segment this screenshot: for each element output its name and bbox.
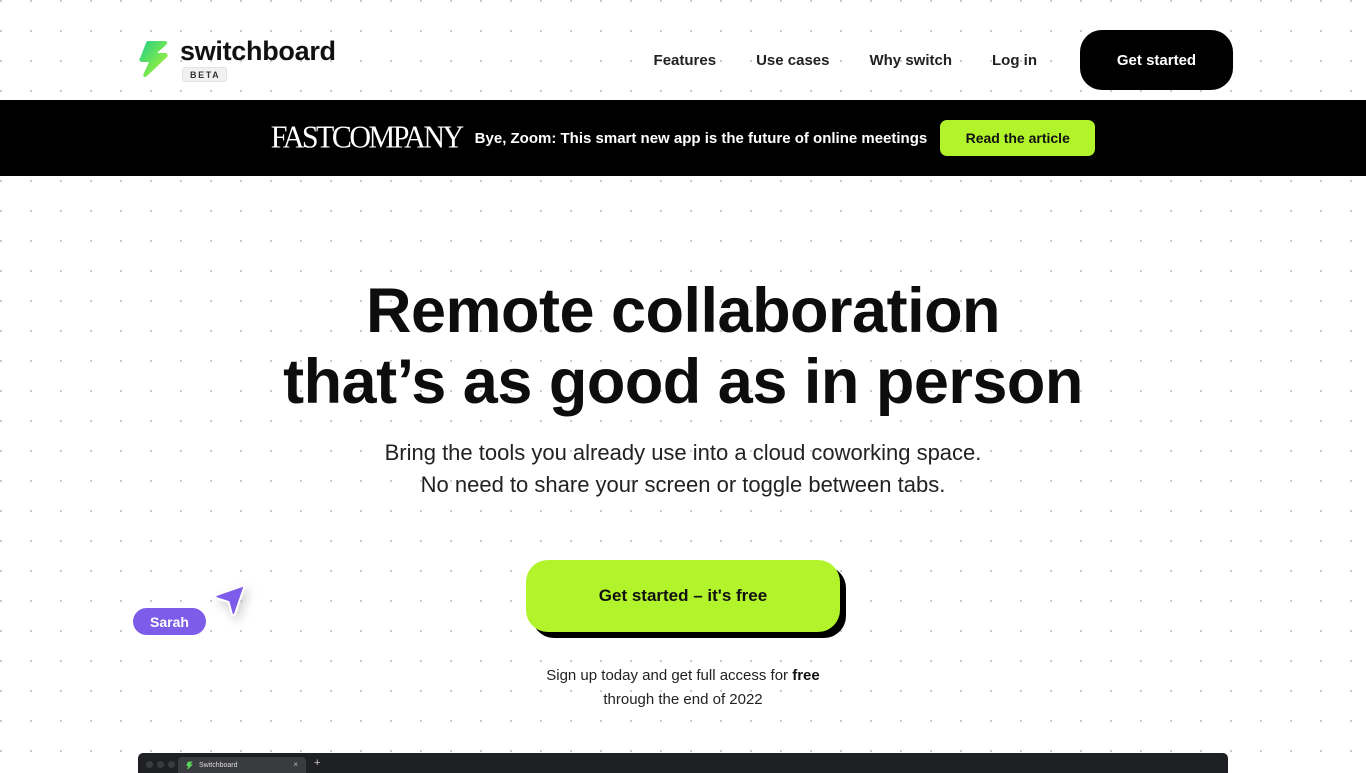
site-header: switchboard BETA Features Use cases Why … <box>0 0 1366 100</box>
get-started-button[interactable]: Get started <box>1080 30 1233 90</box>
nav-log-in[interactable]: Log in <box>992 52 1037 69</box>
logo[interactable]: switchboard BETA <box>138 38 336 83</box>
window-close-dot <box>146 761 153 768</box>
hero-subtitle-line-2: No need to share your screen or toggle b… <box>420 472 946 497</box>
app-preview-tab: Switchboard × <box>178 757 306 773</box>
window-controls <box>146 761 179 768</box>
signup-note-line-2: through the end of 2022 <box>603 691 763 708</box>
cursor-arrow-icon <box>214 584 246 617</box>
hero-title-line-2: that’s as good as in person <box>283 347 1083 417</box>
signup-note-text: Sign up today and get full access for <box>546 667 793 684</box>
logo-wordmark: switchboard <box>180 36 336 66</box>
nav-features[interactable]: Features <box>654 52 717 69</box>
fast-company-logo: FASTCOMPANY <box>270 120 464 155</box>
lightning-bolt-icon <box>186 761 193 769</box>
signup-note: Sign up today and get full access for fr… <box>0 664 1366 712</box>
get-started-free-button[interactable]: Get started – it's free <box>526 560 840 632</box>
plus-icon: + <box>314 757 321 769</box>
hero-title: Remote collaboration that’s as good as i… <box>0 276 1366 418</box>
hero-cta: Get started – it's free <box>526 560 846 638</box>
hero-subtitle: Bring the tools you already use into a c… <box>0 437 1366 501</box>
press-banner: FASTCOMPANY Bye, Zoom: This smart new ap… <box>0 100 1366 176</box>
app-preview-window: Switchboard × + <box>138 753 1228 773</box>
press-headline: Bye, Zoom: This smart new app is the fut… <box>474 129 928 147</box>
hero-title-line-1: Remote collaboration <box>365 276 1001 346</box>
read-article-button[interactable]: Read the article <box>940 120 1096 156</box>
signup-note-bold: free <box>792 667 820 684</box>
main-nav: Features Use cases Why switch Log in Get… <box>654 30 1233 90</box>
nav-use-cases[interactable]: Use cases <box>756 52 829 69</box>
window-minimize-dot <box>157 761 164 768</box>
hero-subtitle-line-1: Bring the tools you already use into a c… <box>384 440 982 465</box>
lightning-bolt-icon <box>139 41 168 77</box>
nav-why-switch[interactable]: Why switch <box>869 52 952 69</box>
beta-badge: BETA <box>182 67 228 82</box>
collaborator-name-tag: Sarah <box>133 608 206 635</box>
tab-title: Switchboard <box>199 761 238 769</box>
window-maximize-dot <box>168 761 175 768</box>
